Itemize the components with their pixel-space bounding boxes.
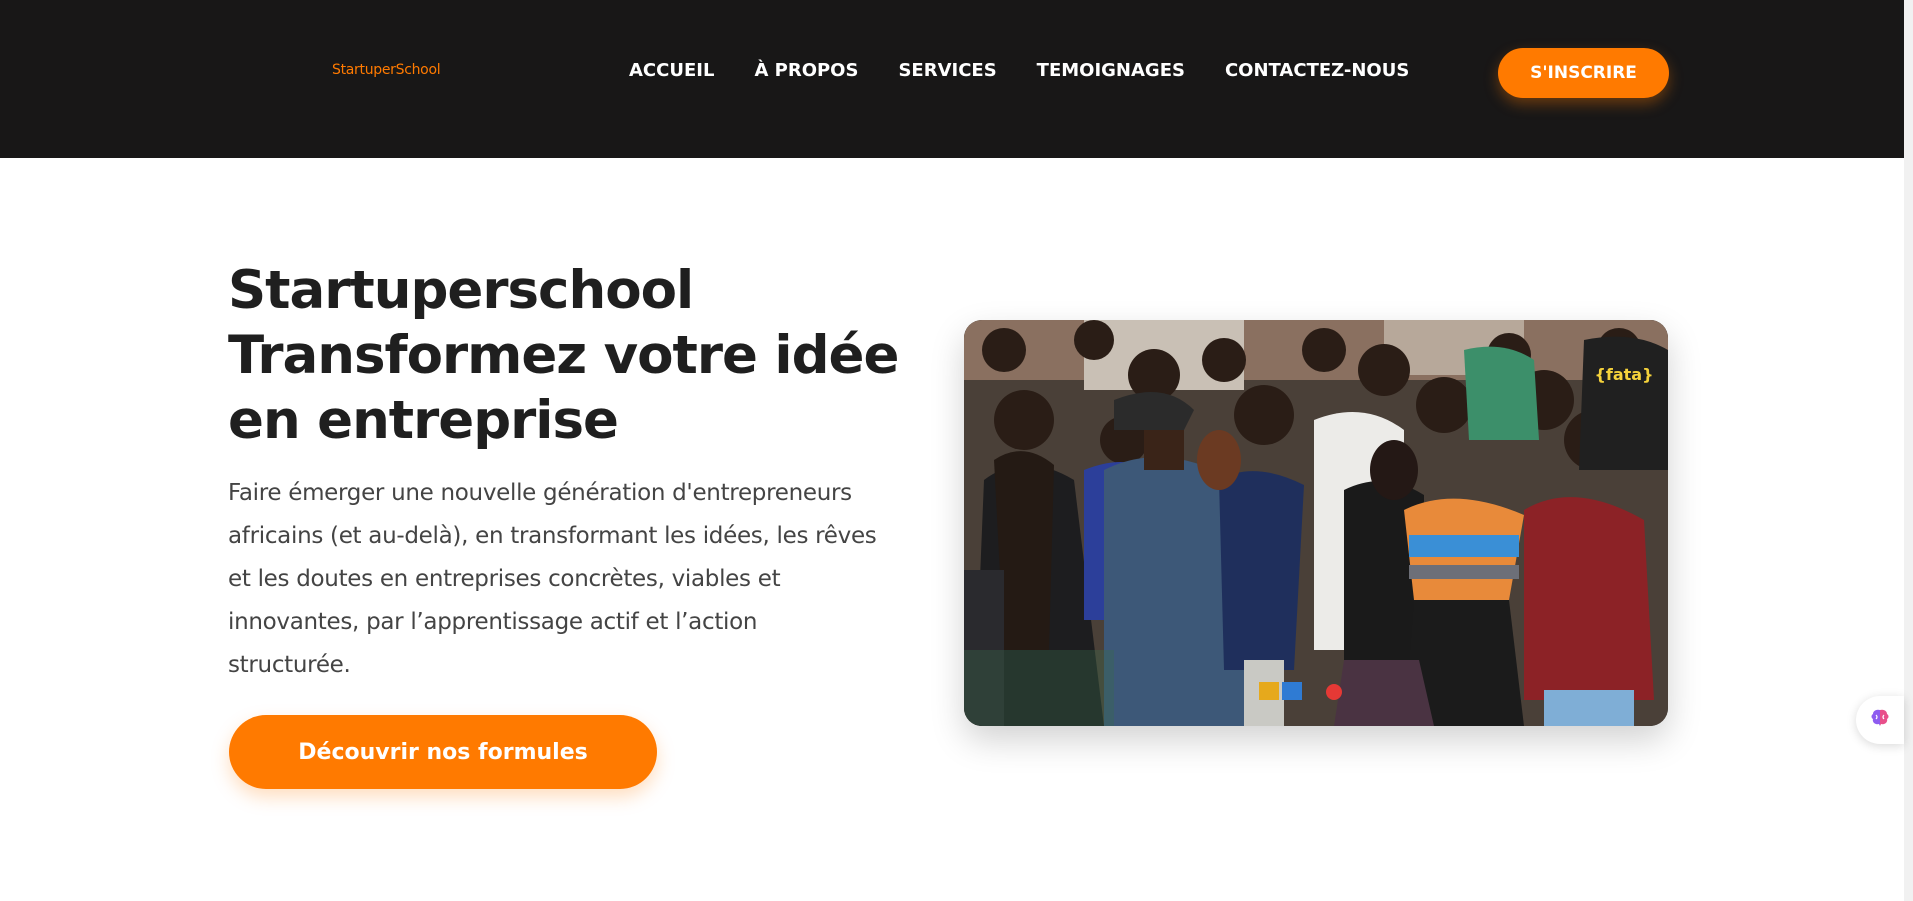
site-header: StartuperSchool ACCUEIL À PROPOS SERVICE… (0, 0, 1904, 158)
hero-title-line: en entreprise (228, 390, 619, 451)
nav-item-contact[interactable]: CONTACTEZ-NOUS (1225, 60, 1409, 81)
nav-item-accueil[interactable]: ACCUEIL (629, 60, 714, 81)
nav-item-temoignages[interactable]: TEMOIGNAGES (1037, 60, 1185, 81)
floating-assistant-widget[interactable] (1856, 696, 1904, 744)
photo-shirt-label: {fata} (1595, 365, 1654, 384)
brain-icon (1868, 706, 1892, 735)
discover-formulas-button[interactable]: Découvrir nos formules (229, 715, 657, 789)
hero-description-line: et les doutes en entreprises concrètes, … (228, 566, 781, 592)
hero-photo: {fata} (964, 320, 1668, 726)
hero-description-line: africains (et au-delà), en transformant … (228, 523, 877, 549)
signup-button[interactable]: S'INSCRIRE (1498, 48, 1669, 98)
hero-title: Startuperschool Transformez votre idée e… (228, 258, 948, 453)
hero-description: Faire émerger une nouvelle génération d'… (228, 472, 948, 687)
hero-title-line: Startuperschool (228, 260, 694, 321)
main-nav: ACCUEIL À PROPOS SERVICES TEMOIGNAGES CO… (629, 60, 1409, 81)
hero-description-line: innovantes, par l’apprentissage actif et… (228, 609, 758, 635)
nav-item-a-propos[interactable]: À PROPOS (754, 60, 858, 81)
hero-description-line: structurée. (228, 652, 351, 678)
scrollbar[interactable] (1904, 0, 1913, 901)
hero-description-line: Faire émerger une nouvelle génération d'… (228, 480, 852, 506)
nav-item-services[interactable]: SERVICES (898, 60, 996, 81)
site-logo[interactable]: StartuperSchool (332, 62, 441, 78)
page: StartuperSchool ACCUEIL À PROPOS SERVICE… (0, 0, 1913, 901)
hero-title-line: Transformez votre idée (228, 325, 899, 386)
